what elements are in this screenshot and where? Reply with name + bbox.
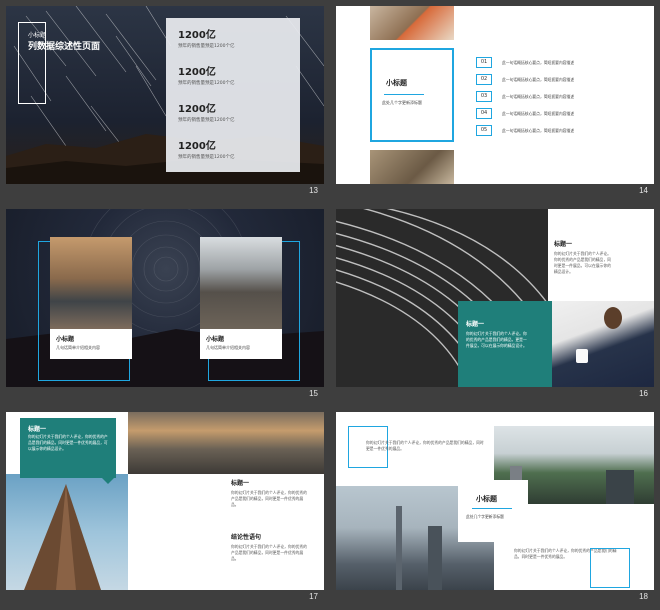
stat-value: 1200亿 xyxy=(178,30,216,41)
list-item-number: 01 xyxy=(476,57,492,68)
desk-photo xyxy=(370,6,454,40)
skyscraper-shape xyxy=(24,484,101,590)
slide-number: 16 xyxy=(639,389,648,398)
slide-16-cell[interactable]: 标题一 你的幻灯片关于我们的个人评论。你的优秀的产品是我们的精品，同时更是一件展… xyxy=(330,203,660,406)
stat-value: 1200亿 xyxy=(178,67,216,78)
stat-desc: 预年的销售量预是1200个亿 xyxy=(178,155,235,160)
list-item-text: 此一句话概括核心要点，简短扼要内容描述 xyxy=(502,76,575,82)
stat-item: 1200亿 预年的销售量预是1200个亿 xyxy=(178,100,234,123)
list-item-number: 03 xyxy=(476,91,492,102)
stat-value: 1200亿 xyxy=(178,104,216,115)
slide-16[interactable]: 标题一 你的幻灯片关于我们的个人评论。你的优秀的产品是我们的精品，同时更是一件展… xyxy=(336,209,654,387)
slide-14-cell[interactable]: 小标题 此处几个字更新添标题 01 此一句话概括核心要点，简短扼要内容描述 02… xyxy=(330,0,660,203)
slide-13-title: 列数据综述性页面 xyxy=(28,42,101,52)
card-title: 小标题 xyxy=(56,336,75,343)
list-item: 01 此一句话概括核心要点，简短扼要内容描述 xyxy=(476,54,646,71)
top-text: 你的幻灯片关于我们的个人评论，你的优秀的产品是我们的精品，同时更是一件优秀的展品… xyxy=(366,440,484,451)
stats-panel: 1200亿 预年的销售量预是1200个亿 1200亿 预年的销售量预是1200个… xyxy=(166,18,300,172)
mid-text: 你的幻灯片关于我们的个人评论，你的优秀的产品是我们的精品，同时更是一件优秀的展品… xyxy=(231,490,307,507)
list-item: 05 此一句话概括核心要点，简短扼要内容描述 xyxy=(476,122,646,139)
stat-desc: 预年的销售量预是1200个亿 xyxy=(178,118,235,123)
slide-15-cell[interactable]: 小标题 几句话简单介绍相关内容 小标题 几句话简单介绍相关内容 15 xyxy=(0,203,330,406)
slide-13-label: 小标题 xyxy=(28,32,47,39)
slide-18[interactable]: 你的幻灯片关于我们的个人评论，你的优秀的产品是我们的精品，同时更是一件优秀的展品… xyxy=(336,412,654,590)
list-item: 03 此一句话概括核心要点，简短扼要内容描述 xyxy=(476,88,646,105)
railway-photo xyxy=(200,237,282,329)
businessman-photo xyxy=(552,301,654,387)
stat-item: 1200亿 预年的销售量预是1200个亿 xyxy=(178,63,234,86)
slide-13-cell[interactable]: 小标题 列数据综述性页面 1200亿 预年的销售量预是1200个亿 1200亿 … xyxy=(0,0,330,203)
stat-desc: 预年的销售量预是1200个亿 xyxy=(178,81,235,86)
teal-box: 标题一 你的幻灯片关于我们的个人评论，你的优秀的产品是我们的精品，同时更是一件优… xyxy=(20,418,116,478)
list-item: 02 此一句话概括核心要点，简短扼要内容描述 xyxy=(476,71,646,88)
teal-text: 你的幻灯片关于我们的个人评论，你的优秀的产品是我们的精品，同时更是一件优秀的展品… xyxy=(28,434,108,451)
teal-title: 标题一 xyxy=(28,426,47,433)
list-item-number: 04 xyxy=(476,108,492,119)
list-item-text: 此一句话概括核心要点，简短扼要内容描述 xyxy=(502,59,575,65)
list-item-text: 此一句话概括核心要点，简短扼要内容描述 xyxy=(502,110,575,116)
divider xyxy=(384,94,424,95)
stat-value: 1200亿 xyxy=(178,141,216,152)
numbered-list: 01 此一句话概括核心要点，简短扼要内容描述 02 此一句话概括核心要点，简短扼… xyxy=(476,54,646,139)
head-shape xyxy=(604,307,622,329)
slide-13[interactable]: 小标题 列数据综述性页面 1200亿 预年的销售量预是1200个亿 1200亿 … xyxy=(6,6,324,184)
card-text: 几句话简单介绍相关内容 xyxy=(56,345,100,350)
chair-photo xyxy=(370,150,454,184)
stat-item: 1200亿 预年的销售量预是1200个亿 xyxy=(178,26,234,49)
mid-title: 标题一 xyxy=(231,480,250,487)
card-text: 几句话简单介绍相关内容 xyxy=(206,345,250,350)
center-box-text: 此处几个字更新添标题 xyxy=(382,100,422,105)
city-skyline-photo xyxy=(128,412,324,474)
center-box: 小标题 此处几个字更新添标题 xyxy=(458,480,528,542)
card: 小标题 几句话简单介绍相关内容 xyxy=(50,329,132,359)
slide-number: 13 xyxy=(309,186,318,195)
slide-17[interactable]: 标题一 你的幻灯片关于我们的个人评论，你的优秀的产品是我们的精品，同时更是一件优… xyxy=(6,412,324,590)
list-item-number: 02 xyxy=(476,74,492,85)
list-item: 04 此一句话概括核心要点，简短扼要内容描述 xyxy=(476,105,646,122)
card-title: 小标题 xyxy=(206,336,225,343)
pointer-triangle xyxy=(102,478,114,484)
slide-number: 14 xyxy=(639,186,648,195)
teal-box: 标题一 你的幻灯片关于我们的个人评论。你的优秀的产品是我们的精品，更是一件展品，… xyxy=(458,301,552,387)
card: 小标题 几句话简单介绍相关内容 xyxy=(200,329,282,359)
slide-15[interactable]: 小标题 几句话简单介绍相关内容 小标题 几句话简单介绍相关内容 xyxy=(6,209,324,387)
list-item-text: 此一句话概括核心要点，简短扼要内容描述 xyxy=(502,93,575,99)
building-shape xyxy=(428,526,442,590)
stat-item: 1200亿 预年的销售量预是1200个亿 xyxy=(178,137,234,160)
top-title: 标题一 xyxy=(554,241,573,248)
frame-accent xyxy=(590,548,630,588)
tower-shape xyxy=(606,470,634,504)
conclusion-text: 你的幻灯片关于我们的个人评论，你的优秀的产品是我们的精品，同时更是一件优秀的展品… xyxy=(231,544,307,561)
list-item-text: 此一句话概括核心要点，简短扼要内容描述 xyxy=(502,127,575,133)
teal-title: 标题一 xyxy=(466,321,485,328)
skyscraper-photo xyxy=(6,474,128,590)
slide-14[interactable]: 小标题 此处几个字更新添标题 01 此一句话概括核心要点，简短扼要内容描述 02… xyxy=(336,6,654,184)
center-box: 小标题 此处几个字更新添标题 xyxy=(370,48,454,142)
camera-photo xyxy=(50,237,132,329)
stat-desc: 预年的销售量预是1200个亿 xyxy=(178,44,235,49)
tower-shape xyxy=(396,506,402,590)
list-item-number: 05 xyxy=(476,125,492,136)
slide-grid: 小标题 列数据综述性页面 1200亿 预年的销售量预是1200个亿 1200亿 … xyxy=(0,0,660,610)
slide-17-cell[interactable]: 标题一 你的幻灯片关于我们的个人评论，你的优秀的产品是我们的精品，同时更是一件优… xyxy=(0,406,330,609)
cup-shape xyxy=(576,349,588,363)
center-title: 小标题 xyxy=(476,495,497,503)
slide-number: 15 xyxy=(309,389,318,398)
slide-18-cell[interactable]: 你的幻灯片关于我们的个人评论，你的优秀的产品是我们的精品，同时更是一件优秀的展品… xyxy=(330,406,660,609)
center-text: 此处几个字更新添标题 xyxy=(466,514,504,519)
teal-text: 你的幻灯片关于我们的个人评论。你的优秀的产品是我们的精品，更是一件展品，可以在展… xyxy=(466,331,527,348)
top-text: 你的幻灯片关于我们的个人评论。你的优秀的产品是我们的精品，同时更是一件展品，可以… xyxy=(554,251,611,274)
slide-number: 17 xyxy=(309,592,318,601)
top-text-box: 标题一 你的幻灯片关于我们的个人评论。你的优秀的产品是我们的精品，同时更是一件展… xyxy=(548,209,654,301)
slide-number: 18 xyxy=(639,592,648,601)
conclusion-title: 结论性语句 xyxy=(231,534,262,541)
divider xyxy=(472,508,512,509)
center-box-title: 小标题 xyxy=(386,79,407,87)
